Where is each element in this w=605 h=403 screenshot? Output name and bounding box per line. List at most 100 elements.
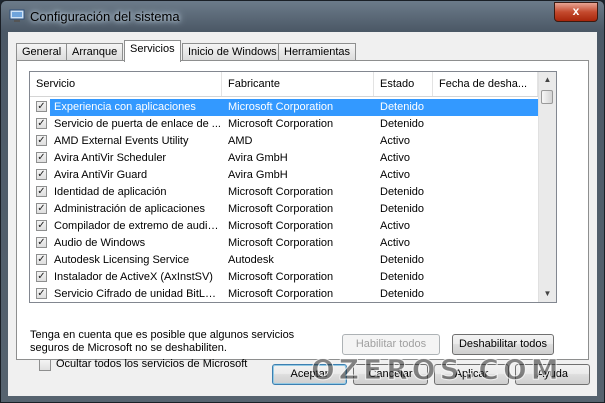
- cell-fabricante: Microsoft Corporation: [228, 288, 334, 300]
- checkmark-icon: ✓: [37, 118, 46, 129]
- column-header-servicio[interactable]: Servicio: [30, 72, 222, 96]
- cell-servicio: Administración de aplicaciones: [54, 203, 206, 215]
- cell-estado: Activo: [380, 237, 410, 249]
- cell-servicio: Autodesk Licensing Service: [54, 254, 190, 266]
- column-header-fabricante[interactable]: Fabricante: [222, 72, 374, 96]
- row-checkbox-checked[interactable]: ✓: [36, 288, 47, 299]
- table-row[interactable]: ✓ Instalador de ActiveX (AxInstSV) Microso…: [30, 269, 538, 286]
- close-button[interactable]: x: [554, 2, 598, 22]
- cell-fecha: [439, 252, 538, 269]
- scroll-thumb[interactable]: [541, 90, 553, 104]
- row-checkbox-checked[interactable]: ✓: [36, 101, 47, 112]
- cell-fecha: [439, 116, 538, 133]
- checkmark-icon: ✓: [37, 203, 46, 214]
- row-cells: Avira AntiVir Scheduler Avira GmbH Activo: [50, 150, 538, 167]
- table-row[interactable]: ✓ AMD External Events Utility AMD Activo: [30, 133, 538, 150]
- cell-servicio: Audio de Windows: [54, 237, 146, 249]
- table-row[interactable]: ✓ Avira AntiVir Guard Avira GmbH Activo: [30, 167, 538, 184]
- cell-fecha: [439, 235, 538, 252]
- row-checkbox-checked[interactable]: ✓: [36, 203, 47, 214]
- close-icon: x: [572, 4, 580, 18]
- checkmark-icon: ✓: [37, 186, 46, 197]
- cell-servicio: Compilador de extremo de audio...: [54, 220, 222, 232]
- app-icon: [9, 9, 25, 23]
- cell-servicio: Servicio Cifrado de unidad BitLoc...: [54, 288, 222, 300]
- row-checkbox-checked[interactable]: ✓: [36, 118, 47, 129]
- enable-all-button[interactable]: Habilitar todos: [342, 334, 440, 355]
- cell-fabricante: Avira GmbH: [228, 152, 288, 164]
- table-row[interactable]: ✓ Identidad de aplicación Microsoft Corpor…: [30, 184, 538, 201]
- cell-estado: Activo: [380, 135, 410, 147]
- cell-fecha: [439, 201, 538, 218]
- tab-inicio-windows[interactable]: Inicio de Windows: [182, 43, 283, 60]
- row-checkbox-checked[interactable]: ✓: [36, 237, 47, 248]
- cell-estado: Detenido: [380, 101, 425, 113]
- tab-herramientas[interactable]: Herramientas: [278, 43, 357, 60]
- row-cells: Servicio de puerta de enlace de ... Micro…: [50, 116, 538, 133]
- row-cells: Autodesk Licensing Service Autodesk Deteni…: [50, 252, 538, 269]
- cell-estado: Detenido: [380, 186, 425, 198]
- services-panel: Servicio Fabricante Estado Fecha de desh…: [16, 60, 589, 371]
- cell-estado: Detenido: [380, 203, 425, 215]
- checkmark-icon: ✓: [37, 101, 46, 112]
- hide-ms-checkbox-box[interactable]: [39, 359, 51, 371]
- table-row[interactable]: ✓ Autodesk Licensing Service Autodesk Deten…: [30, 252, 538, 269]
- row-checkbox-checked[interactable]: ✓: [36, 271, 47, 282]
- row-checkbox-checked[interactable]: ✓: [36, 254, 47, 265]
- row-checkbox-checked[interactable]: ✓: [36, 169, 47, 180]
- tab-servicios[interactable]: Servicios: [124, 40, 181, 62]
- note-line-2: seguros de Microsoft no se deshabiliten.: [30, 342, 227, 354]
- services-list[interactable]: Servicio Fabricante Estado Fecha de desh…: [29, 71, 557, 303]
- row-cells: Audio de Windows Microsoft Corporation Act…: [50, 235, 538, 252]
- cell-servicio: Instalador de ActiveX (AxInstSV): [54, 271, 213, 283]
- table-row[interactable]: ✓ Servicio Cifrado de unidad BitLoc... Mic…: [30, 286, 538, 302]
- row-checkbox-checked[interactable]: ✓: [36, 152, 47, 163]
- tab-arranque[interactable]: Arranque: [66, 43, 124, 60]
- list-header: Servicio Fabricante Estado Fecha de desh…: [30, 72, 538, 97]
- cell-servicio: AMD External Events Utility: [54, 135, 189, 147]
- cell-fecha: [439, 167, 538, 184]
- cell-fabricante: Microsoft Corporation: [228, 271, 334, 283]
- row-cells: AMD External Events Utility AMD Activo: [50, 133, 538, 150]
- note-text: Tenga en cuenta que es posible que algun…: [30, 329, 330, 355]
- cell-fecha: [439, 133, 538, 150]
- scroll-down-icon[interactable]: ▼: [540, 286, 555, 302]
- title-bar[interactable]: Configuración del sistema x: [1, 1, 604, 33]
- cell-fabricante: Microsoft Corporation: [228, 237, 334, 249]
- cell-estado: Activo: [380, 152, 410, 164]
- checkmark-icon: ✓: [37, 237, 46, 248]
- row-checkbox-checked[interactable]: ✓: [36, 135, 47, 146]
- cell-estado: Detenido: [380, 288, 425, 300]
- scroll-up-icon[interactable]: ▲: [540, 72, 555, 88]
- cell-fabricante: Microsoft Corporation: [228, 186, 334, 198]
- checkmark-icon: ✓: [37, 254, 46, 265]
- row-checkbox-checked[interactable]: ✓: [36, 186, 47, 197]
- cell-fabricante: Microsoft Corporation: [228, 101, 334, 113]
- cell-fabricante: AMD: [228, 135, 253, 147]
- cell-estado: Detenido: [380, 271, 425, 283]
- cell-fabricante: Microsoft Corporation: [228, 118, 334, 130]
- cell-fecha: [439, 99, 538, 116]
- row-cells: Administración de aplicaciones Microsoft …: [50, 201, 538, 218]
- table-row[interactable]: ✓ Experiencia con aplicaciones Microsoft C…: [30, 99, 538, 116]
- disable-all-button[interactable]: Deshabilitar todos: [452, 334, 554, 355]
- cell-servicio: Avira AntiVir Guard: [54, 169, 148, 181]
- table-row[interactable]: ✓ Servicio de puerta de enlace de ... Micr…: [30, 116, 538, 133]
- cell-servicio: Avira AntiVir Scheduler: [54, 152, 167, 164]
- note-line-1: Tenga en cuenta que es posible que algun…: [30, 329, 295, 341]
- column-header-estado[interactable]: Estado: [374, 72, 433, 96]
- table-row[interactable]: ✓ Audio de Windows Microsoft Corporation Ac…: [30, 235, 538, 252]
- cell-fecha: [439, 286, 538, 302]
- watermark-logo: OZEROS.COM: [311, 353, 563, 387]
- table-row[interactable]: ✓ Compilador de extremo de audio... Micros…: [30, 218, 538, 235]
- cell-estado: Activo: [380, 169, 410, 181]
- table-row[interactable]: ✓ Administración de aplicaciones Microsoft…: [30, 201, 538, 218]
- cell-estado: Activo: [380, 220, 410, 232]
- row-checkbox-checked[interactable]: ✓: [36, 220, 47, 231]
- tab-general[interactable]: General: [16, 43, 68, 60]
- table-row[interactable]: ✓ Avira AntiVir Scheduler Avira GmbH Activo: [30, 150, 538, 167]
- cell-fecha: [439, 269, 538, 286]
- vertical-scrollbar[interactable]: ▲ ▼: [538, 72, 556, 302]
- column-header-fecha[interactable]: Fecha de desha...: [433, 72, 538, 96]
- row-cells: Experiencia con aplicaciones Microsoft Co…: [50, 99, 538, 116]
